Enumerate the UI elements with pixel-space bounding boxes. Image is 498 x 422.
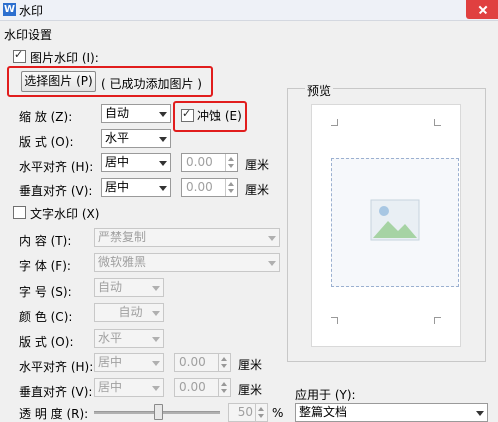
text-valign-select[interactable]: 居中 bbox=[94, 378, 164, 397]
layout-select[interactable]: 水平 bbox=[101, 129, 171, 148]
chevron-down-icon bbox=[152, 386, 160, 391]
layout-value: 水平 bbox=[105, 131, 130, 145]
size-label: 字 号 (S): bbox=[19, 285, 72, 299]
chevron-down-icon bbox=[268, 236, 276, 241]
transparency-label: 透 明 度 (R): bbox=[19, 407, 89, 421]
layout-label: 版 式 (O): bbox=[19, 135, 74, 149]
color-select[interactable]: 自动 bbox=[94, 303, 164, 322]
text-valign-offset-stepper[interactable]: 0.00 bbox=[174, 378, 231, 397]
content-value: 严禁复制 bbox=[98, 230, 147, 244]
text-valign-unit: 厘米 bbox=[238, 383, 263, 397]
chevron-down-icon bbox=[258, 414, 264, 418]
text-halign-unit: 厘米 bbox=[238, 358, 263, 372]
halign-label: 水平对齐 (H): bbox=[19, 160, 94, 174]
text-watermark-checkbox[interactable] bbox=[13, 206, 26, 219]
spin-buttons[interactable] bbox=[255, 404, 267, 421]
size-select[interactable]: 自动 bbox=[94, 278, 164, 297]
text-layout-label: 版 式 (O): bbox=[19, 335, 74, 349]
chevron-up-icon bbox=[228, 157, 234, 161]
window-title: 水印 bbox=[19, 4, 44, 18]
chevron-up-icon bbox=[221, 357, 227, 361]
text-valign-offset-value: 0.00 bbox=[179, 380, 206, 394]
image-placeholder-icon bbox=[370, 199, 420, 241]
chevron-down-icon bbox=[159, 112, 167, 117]
chevron-down-icon bbox=[221, 364, 227, 368]
transparency-stepper[interactable]: 50 bbox=[228, 403, 268, 422]
apply-to-select[interactable]: 整篇文档 bbox=[295, 403, 488, 422]
scale-label: 缩 放 (Z): bbox=[19, 110, 73, 124]
text-halign-offset-value: 0.00 bbox=[179, 355, 206, 369]
spin-buttons[interactable] bbox=[225, 154, 237, 171]
font-value: 微软雅黑 bbox=[98, 255, 147, 269]
chevron-up-icon bbox=[221, 382, 227, 386]
halign-select[interactable]: 居中 bbox=[101, 153, 171, 172]
apply-to-value: 整篇文档 bbox=[299, 405, 348, 419]
spin-buttons[interactable] bbox=[218, 379, 230, 396]
color-value: 自动 bbox=[118, 305, 143, 319]
text-halign-label: 水平对齐 (H): bbox=[19, 360, 94, 374]
section-title: 水印设置 bbox=[4, 28, 53, 42]
color-label: 颜 色 (C): bbox=[19, 310, 73, 324]
halign-unit: 厘米 bbox=[245, 158, 270, 172]
chevron-down-icon bbox=[221, 389, 227, 393]
preview-title: 预览 bbox=[305, 82, 334, 99]
picture-watermark-checkbox[interactable] bbox=[13, 48, 26, 63]
text-halign-value: 居中 bbox=[98, 355, 123, 369]
chevron-down-icon bbox=[159, 186, 167, 191]
transparency-slider-thumb[interactable] bbox=[154, 404, 163, 420]
picture-watermark-label: 图片水印 (I): bbox=[30, 51, 99, 65]
apply-to-label: 应用于 (Y): bbox=[295, 388, 356, 402]
spin-buttons[interactable] bbox=[225, 179, 237, 196]
text-watermark-label: 文字水印 (X) bbox=[30, 207, 100, 221]
title-bar bbox=[0, 0, 498, 21]
content-label: 内 容 (T): bbox=[19, 234, 72, 248]
halign-offset-stepper[interactable]: 0.00 bbox=[181, 153, 238, 172]
margin-corner-bottom-right bbox=[434, 317, 441, 324]
transparency-value: 50 bbox=[237, 405, 253, 419]
transparency-unit: % bbox=[272, 406, 284, 420]
margin-corner-bottom-left bbox=[331, 317, 338, 324]
chevron-down-icon bbox=[228, 164, 234, 168]
text-valign-label: 垂直对齐 (V): bbox=[19, 385, 93, 399]
chevron-down-icon bbox=[152, 286, 160, 291]
chevron-down-icon bbox=[159, 137, 167, 142]
chevron-up-icon bbox=[228, 182, 234, 186]
halign-offset-value: 0.00 bbox=[186, 155, 213, 169]
margin-corner-top-right bbox=[434, 119, 441, 126]
spin-buttons[interactable] bbox=[218, 354, 230, 371]
close-button[interactable] bbox=[466, 0, 498, 19]
valign-offset-stepper[interactable]: 0.00 bbox=[181, 178, 238, 197]
valign-label: 垂直对齐 (V): bbox=[19, 184, 93, 198]
chevron-down-icon bbox=[268, 261, 276, 266]
chevron-down-icon bbox=[228, 189, 234, 193]
app-icon: W bbox=[3, 3, 16, 16]
scale-select[interactable]: 自动 bbox=[101, 104, 171, 123]
halign-value: 居中 bbox=[105, 155, 130, 169]
washout-label: 冲蚀 (E) bbox=[197, 109, 242, 123]
text-valign-value: 居中 bbox=[98, 380, 123, 394]
text-layout-select[interactable]: 水平 bbox=[94, 329, 164, 348]
scale-value: 自动 bbox=[105, 106, 130, 120]
margin-corner-top-left bbox=[331, 119, 338, 126]
valign-select[interactable]: 居中 bbox=[101, 178, 171, 197]
washout-checkbox[interactable] bbox=[181, 107, 194, 122]
text-halign-select[interactable]: 居中 bbox=[94, 353, 164, 372]
chevron-down-icon bbox=[152, 311, 160, 316]
font-select[interactable]: 微软雅黑 bbox=[94, 253, 280, 272]
chevron-down-icon bbox=[476, 411, 484, 416]
chevron-down-icon bbox=[159, 161, 167, 166]
chevron-down-icon bbox=[152, 337, 160, 342]
chevron-up-icon bbox=[258, 407, 264, 411]
chevron-down-icon bbox=[152, 361, 160, 366]
select-picture-button[interactable]: 选择图片 (P) bbox=[21, 71, 96, 92]
text-halign-offset-stepper[interactable]: 0.00 bbox=[174, 353, 231, 372]
picture-status: ( 已成功添加图片 ) bbox=[101, 77, 202, 91]
valign-unit: 厘米 bbox=[245, 183, 270, 197]
size-value: 自动 bbox=[98, 280, 123, 294]
content-select[interactable]: 严禁复制 bbox=[94, 228, 280, 247]
text-layout-value: 水平 bbox=[98, 331, 123, 345]
font-label: 字 体 (F): bbox=[19, 259, 71, 273]
valign-offset-value: 0.00 bbox=[186, 180, 213, 194]
valign-value: 居中 bbox=[105, 180, 130, 194]
